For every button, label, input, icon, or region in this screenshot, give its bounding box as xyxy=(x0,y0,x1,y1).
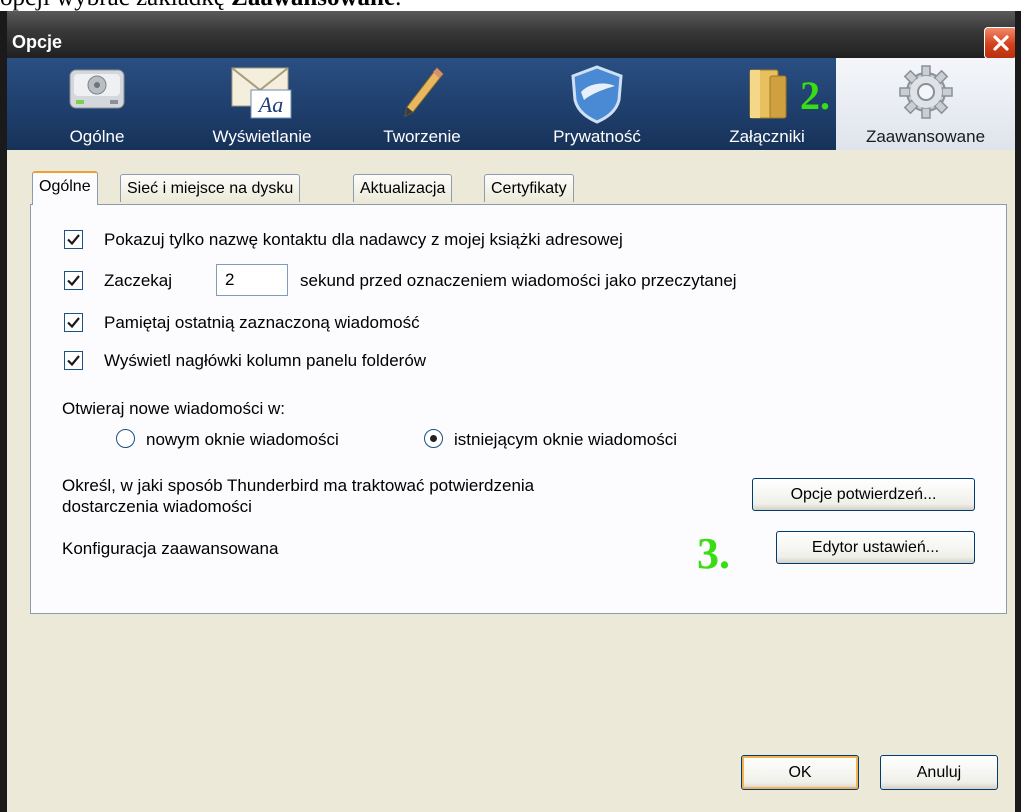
receipts-options-button[interactable]: Opcje potwierdzeń... xyxy=(752,478,975,511)
remember-last-checkbox[interactable] xyxy=(64,313,83,332)
envelope-font-icon: Aa xyxy=(231,67,292,119)
close-icon xyxy=(993,35,1009,51)
check-icon xyxy=(67,275,80,287)
advanced-config-label: Konfiguracja zaawansowana xyxy=(62,539,279,558)
hard-drive-icon xyxy=(69,69,125,109)
radio-new-window[interactable] xyxy=(116,429,135,448)
check-icon xyxy=(67,317,80,329)
document-text-bold: Zaawansowane xyxy=(231,0,395,11)
radio-existing-window[interactable] xyxy=(424,429,443,448)
radio-selected-dot xyxy=(430,435,437,442)
show-name-only-label[interactable]: Pokazuj tylko nazwę kontaktu dla nadawcy… xyxy=(104,230,623,250)
preferences-toolbar: Ogólne Aa Wyświetlanie Tworzenie Prywatn… xyxy=(7,58,1015,150)
step-3-annotation: 3. xyxy=(697,529,730,578)
pane-display[interactable]: Aa Wyświetlanie xyxy=(187,58,337,150)
open-new-messages-label: Otwieraj nowe wiadomości w: xyxy=(62,399,285,418)
document-text-plain: opcji wybrać zakładkę xyxy=(0,0,231,11)
pane-privacy[interactable]: Prywatność xyxy=(527,58,667,150)
receipts-text-line-1: Określ, w jaki sposób Thunderbird ma tra… xyxy=(62,476,535,495)
pane-attachments-label: Załączniki xyxy=(729,127,805,146)
gear-icon xyxy=(898,65,953,119)
close-button[interactable] xyxy=(984,27,1017,59)
wait-checkbox[interactable] xyxy=(64,271,83,290)
tab-network[interactable]: Sieć i miejsce na dysku xyxy=(120,174,301,202)
tab-update[interactable]: Aktualizacja xyxy=(353,174,453,202)
wait-suffix-label: sekund przed oznaczeniem wiadomości jako… xyxy=(300,271,737,290)
tab-general[interactable]: Ogólne xyxy=(32,171,98,205)
check-icon xyxy=(67,355,80,367)
shield-icon xyxy=(571,65,623,124)
remember-last-label[interactable]: Pamiętaj ostatnią zaznaczoną wiadomość xyxy=(104,313,420,333)
radio-new-window-label[interactable]: nowym oknie wiadomości xyxy=(146,430,339,450)
window-right-border xyxy=(1015,11,1021,812)
show-headers-checkbox[interactable] xyxy=(64,351,83,370)
pane-advanced[interactable]: Zaawansowane xyxy=(836,58,1015,150)
step-2-annotation: 2. xyxy=(800,73,830,118)
tab-certificates[interactable]: Certyfikaty xyxy=(484,174,574,202)
title-bar[interactable]: Opcje xyxy=(0,11,1021,59)
pencil-icon xyxy=(404,67,444,117)
pane-display-label: Wyświetlanie xyxy=(212,127,312,146)
cancel-button[interactable]: Anuluj xyxy=(880,755,998,790)
window-title: Opcje xyxy=(12,32,63,52)
svg-text:Aa: Aa xyxy=(257,92,283,117)
pane-general[interactable]: Ogólne xyxy=(42,58,152,150)
ok-button[interactable]: OK xyxy=(741,755,859,790)
document-text-end: . xyxy=(395,0,401,11)
config-editor-button[interactable]: Edytor ustawień... xyxy=(776,531,975,564)
pane-privacy-label: Prywatność xyxy=(553,127,641,146)
wait-seconds-input[interactable] xyxy=(216,264,288,296)
receipts-text-line-2: dostarczenia wiadomości xyxy=(62,497,252,516)
show-name-only-checkbox[interactable] xyxy=(64,230,83,249)
radio-existing-window-label[interactable]: istniejącym oknie wiadomości xyxy=(454,430,677,450)
window-left-border xyxy=(0,11,7,812)
wait-label[interactable]: Zaczekaj xyxy=(104,271,172,291)
show-headers-label[interactable]: Wyświetl nagłówki kolumn panelu folderów xyxy=(104,351,426,371)
pane-composition-label: Tworzenie xyxy=(383,127,461,146)
check-icon xyxy=(67,234,80,246)
pane-composition[interactable]: Tworzenie xyxy=(357,58,487,150)
pane-general-label: Ogólne xyxy=(69,127,125,146)
pane-advanced-label: Zaawansowane xyxy=(865,127,986,146)
folder-icon xyxy=(749,69,787,119)
